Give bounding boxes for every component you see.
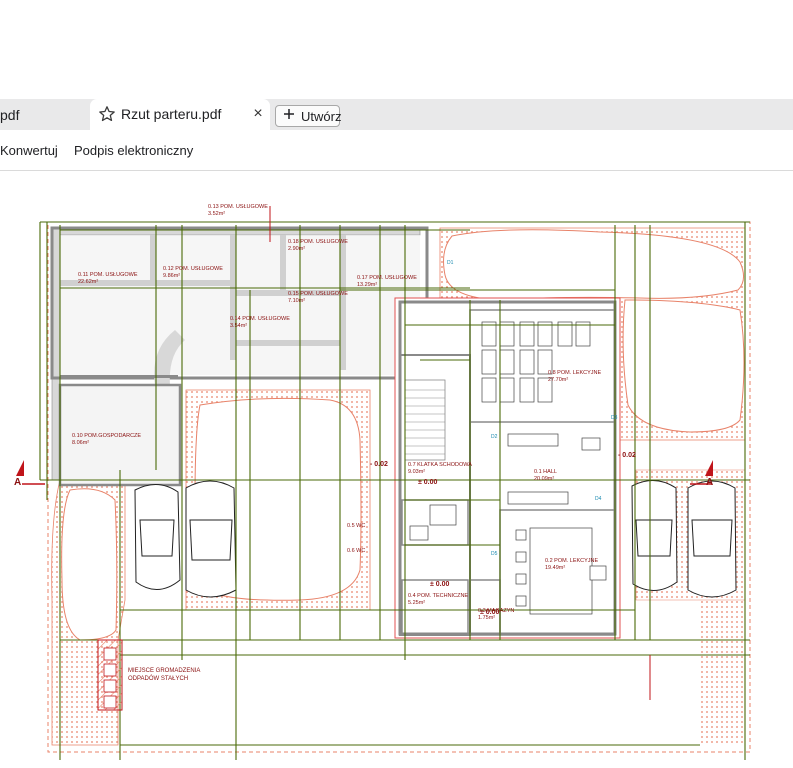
- room-label: 0.2 POM. LEKCYJNE: [545, 558, 599, 564]
- room-area: 19.49m²: [545, 565, 565, 571]
- close-icon[interactable]: ×: [250, 105, 266, 123]
- pdf-viewer[interactable]: 0.13 POM. USŁUGOWE 3.52m² 0.18 POM. USŁU…: [0, 171, 793, 768]
- room-label: 0.14 POM. USŁUGOWE: [230, 316, 290, 322]
- room-area: 9.86m²: [163, 273, 180, 279]
- level-mark: ± 0.00: [418, 479, 438, 486]
- star-icon[interactable]: [98, 105, 116, 123]
- waste-label-line1: MIEJSCE GROMADZENIA: [128, 668, 200, 674]
- tab-bar: pdf Rzut parteru.pdf ×: [0, 99, 793, 130]
- floor-plan-drawing: 0.13 POM. USŁUGOWE 3.52m² 0.18 POM. USŁU…: [14, 204, 751, 760]
- tab-previous-document[interactable]: pdf: [0, 99, 90, 130]
- esign-menu-button[interactable]: Podpis elektroniczny: [74, 143, 193, 158]
- tab-active-label: Rzut parteru.pdf: [121, 106, 222, 122]
- level-mark: ± 0.00: [430, 581, 450, 588]
- room-area: 3.52m²: [208, 211, 225, 217]
- plus-icon: [283, 108, 295, 124]
- door-tag: D4: [595, 496, 602, 502]
- room-area: 7.10m²: [288, 298, 305, 304]
- room-area: 27.70m²: [548, 377, 568, 383]
- room-label: 0.12 POM. USŁUGOWE: [163, 266, 223, 272]
- level-mark: ± 0.00: [480, 609, 500, 616]
- door-tag: D2: [491, 434, 498, 440]
- room-label: 0.10 POM.GOSPODARCZE: [72, 433, 141, 439]
- door-tag: D5: [491, 551, 498, 557]
- room-label: 0.8 POM. LEKCYJNE: [548, 370, 602, 376]
- room-area: 5.25m²: [408, 600, 425, 606]
- room-area: 8.06m²: [72, 440, 89, 446]
- room-label: 0.11 POM. USŁUGOWE: [78, 272, 138, 278]
- door-tag: D3: [611, 415, 618, 421]
- room-label: 0.15 POM. USŁUGOWE: [288, 291, 348, 297]
- convert-menu-button[interactable]: Konwertuj: [0, 143, 58, 158]
- section-letter-right: A: [706, 477, 713, 488]
- waste-label-line2: ODPADÓW STAŁYCH: [128, 675, 188, 682]
- level-mark: - 0.02: [370, 461, 388, 468]
- window-top-blank-area: [0, 0, 793, 99]
- room-area: 13.29m²: [357, 282, 377, 288]
- document-toolbar: Konwertuj Podpis elektroniczny: [0, 130, 793, 171]
- tab-rzut-parteru[interactable]: Rzut parteru.pdf ×: [90, 99, 270, 130]
- tab-previous-label: pdf: [0, 106, 20, 123]
- waste-storage-area: [97, 639, 123, 711]
- create-new-label: Utwórz: [301, 108, 342, 124]
- room-label: 0.1 HALL: [534, 469, 557, 475]
- room-label: 0.5 WC: [347, 523, 365, 529]
- room-area: 2.90m²: [288, 246, 305, 252]
- room-area: 22.62m²: [78, 279, 98, 285]
- room-label: 0.17 POM. USŁUGOWE: [357, 275, 417, 281]
- waste-label: MIEJSCE GROMADZENIA ODPADÓW STAŁYCH: [128, 668, 200, 682]
- room-area: 3.54m²: [230, 323, 247, 329]
- room-label: 0.6 WC: [347, 548, 365, 554]
- level-mark: - 0.02: [618, 452, 636, 459]
- room-label: 0.13 POM. USŁUGOWE: [208, 204, 268, 210]
- door-tag: D1: [447, 260, 454, 266]
- create-new-button[interactable]: Utwórz: [275, 105, 342, 127]
- room-label: 0.7 KLATKA SCHODOWA: [408, 462, 472, 468]
- room-area: 9.03m²: [408, 469, 425, 475]
- section-letter-left: A: [14, 477, 21, 488]
- room-label: 0.4 POM. TECHNICZNE: [408, 593, 468, 599]
- room-area: 20.09m²: [534, 476, 554, 482]
- room-label: 0.18 POM. USŁUGOWE: [288, 239, 348, 245]
